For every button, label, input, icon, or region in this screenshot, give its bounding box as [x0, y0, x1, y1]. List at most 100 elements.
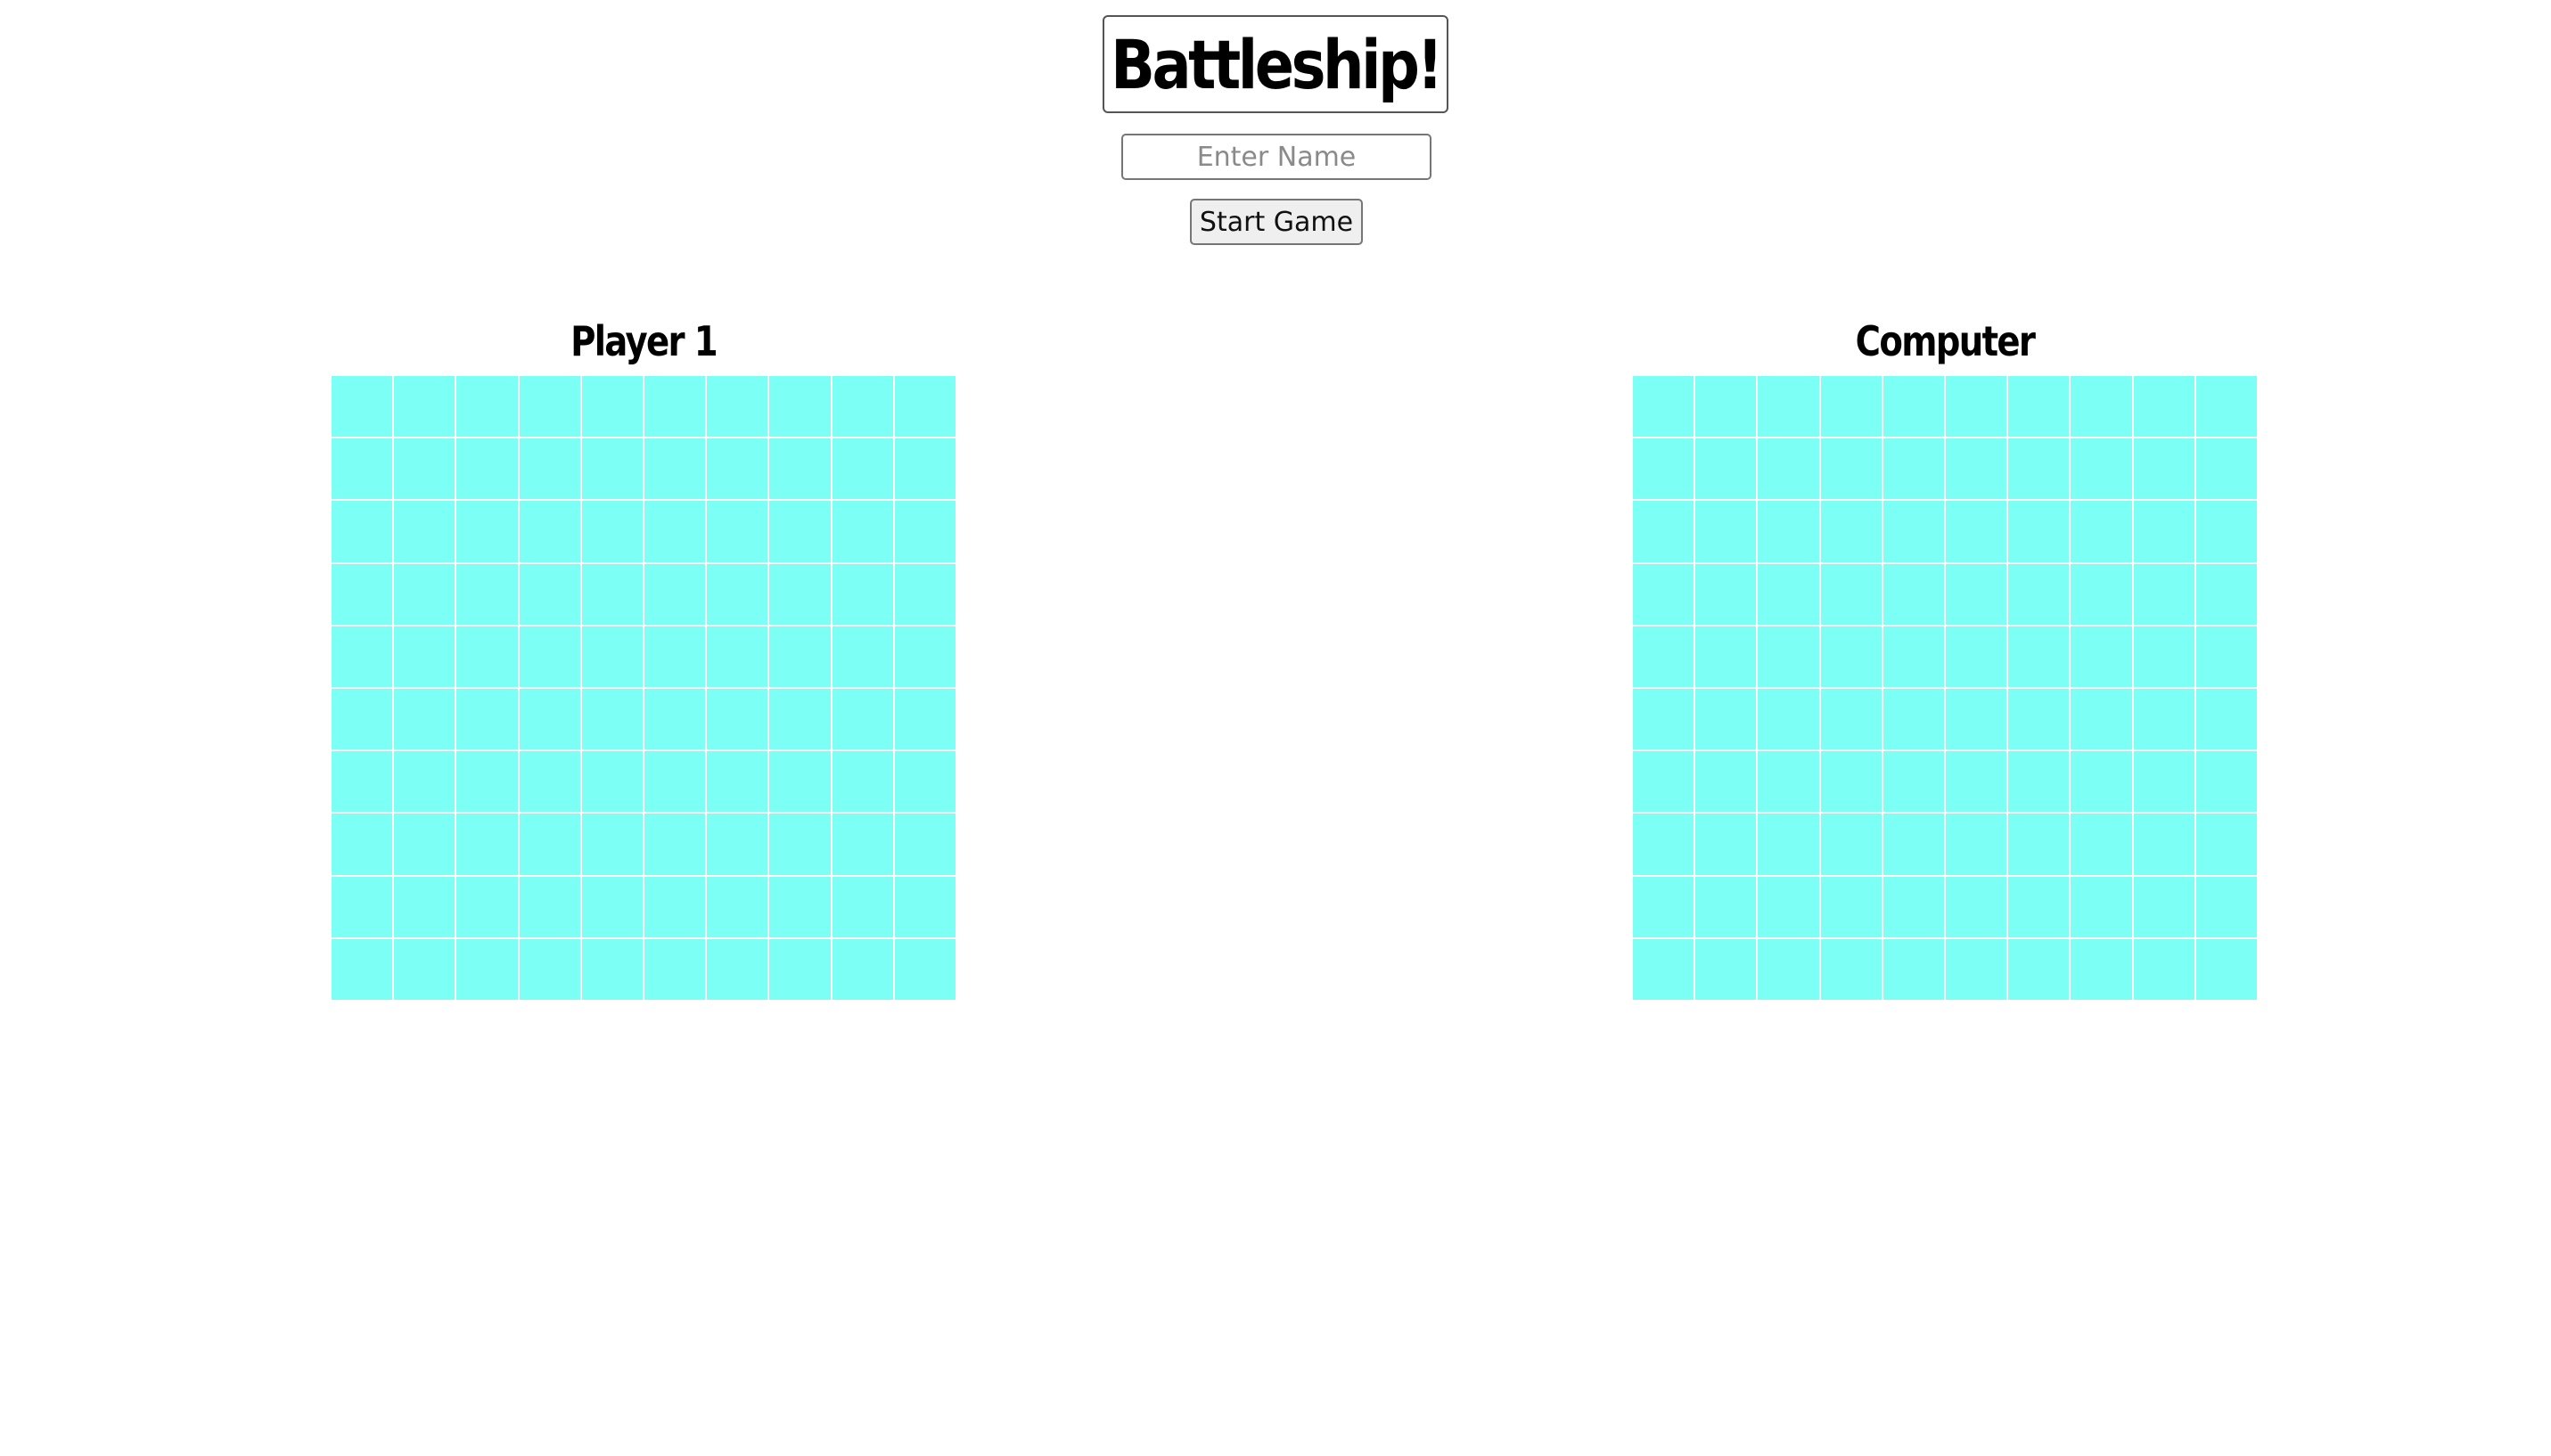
- player-board-cell[interactable]: [394, 563, 455, 625]
- computer-board-cell[interactable]: [1695, 563, 1757, 625]
- player-board-cell[interactable]: [707, 751, 768, 813]
- player-board-cell[interactable]: [394, 501, 455, 562]
- player-board-cell[interactable]: [519, 688, 580, 750]
- computer-board-cell[interactable]: [1758, 751, 1819, 813]
- player-board-cell[interactable]: [394, 438, 455, 500]
- computer-board-cell[interactable]: [1820, 501, 1882, 562]
- player-board-cell[interactable]: [707, 876, 768, 937]
- player-board-cell[interactable]: [769, 626, 831, 687]
- player-board-cell[interactable]: [832, 501, 893, 562]
- computer-board-cell[interactable]: [2133, 876, 2194, 937]
- player-board-cell[interactable]: [456, 876, 518, 937]
- computer-board-cell[interactable]: [1820, 376, 1882, 438]
- player-board-cell[interactable]: [644, 814, 706, 875]
- computer-board-cell[interactable]: [2195, 938, 2257, 1000]
- computer-board-cell[interactable]: [2008, 438, 2070, 500]
- player-board-cell[interactable]: [894, 751, 956, 813]
- computer-board-cell[interactable]: [1695, 688, 1757, 750]
- computer-board-cell[interactable]: [1945, 938, 2007, 1000]
- computer-board-cell[interactable]: [2195, 563, 2257, 625]
- computer-board-cell[interactable]: [1695, 751, 1757, 813]
- computer-board-cell[interactable]: [2071, 501, 2132, 562]
- computer-board-cell[interactable]: [1945, 501, 2007, 562]
- computer-board-cell[interactable]: [1633, 876, 1694, 937]
- player-board-cell[interactable]: [456, 626, 518, 687]
- player-board-cell[interactable]: [644, 376, 706, 438]
- player-board-cell[interactable]: [456, 938, 518, 1000]
- computer-board-cell[interactable]: [2071, 751, 2132, 813]
- player-board-cell[interactable]: [332, 814, 393, 875]
- computer-board-cell[interactable]: [1882, 501, 1944, 562]
- player-board-cell[interactable]: [644, 938, 706, 1000]
- player-board-cell[interactable]: [832, 814, 893, 875]
- player-board-cell[interactable]: [707, 688, 768, 750]
- player-board-cell[interactable]: [394, 876, 455, 937]
- computer-board-cell[interactable]: [1820, 751, 1882, 813]
- computer-board-cell[interactable]: [2008, 688, 2070, 750]
- computer-board-cell[interactable]: [2071, 938, 2132, 1000]
- player-board-cell[interactable]: [519, 501, 580, 562]
- player-board-cell[interactable]: [707, 814, 768, 875]
- computer-board-cell[interactable]: [1695, 501, 1757, 562]
- computer-board-cell[interactable]: [2008, 563, 2070, 625]
- computer-board-cell[interactable]: [2071, 376, 2132, 438]
- player-board-cell[interactable]: [519, 626, 580, 687]
- computer-board-cell[interactable]: [1882, 876, 1944, 937]
- player-board-cell[interactable]: [894, 501, 956, 562]
- computer-board-cell[interactable]: [1945, 376, 2007, 438]
- computer-board-cell[interactable]: [2071, 688, 2132, 750]
- computer-board-cell[interactable]: [1945, 751, 2007, 813]
- player-board-cell[interactable]: [519, 814, 580, 875]
- player-board-cell[interactable]: [332, 563, 393, 625]
- computer-board-cell[interactable]: [2071, 438, 2132, 500]
- player-board-cell[interactable]: [581, 876, 643, 937]
- player-board-cell[interactable]: [832, 938, 893, 1000]
- player-board-cell[interactable]: [332, 688, 393, 750]
- player-board-cell[interactable]: [332, 376, 393, 438]
- computer-board-cell[interactable]: [2133, 563, 2194, 625]
- computer-board-cell[interactable]: [2195, 501, 2257, 562]
- computer-board-cell[interactable]: [1820, 626, 1882, 687]
- player-board-cell[interactable]: [394, 376, 455, 438]
- computer-board-cell[interactable]: [2195, 438, 2257, 500]
- computer-board-cell[interactable]: [1633, 751, 1694, 813]
- player-board-cell[interactable]: [707, 438, 768, 500]
- computer-board-cell[interactable]: [1945, 688, 2007, 750]
- computer-board-cell[interactable]: [2133, 938, 2194, 1000]
- player-board-cell[interactable]: [581, 688, 643, 750]
- computer-board-cell[interactable]: [2133, 501, 2194, 562]
- player-board-cell[interactable]: [894, 938, 956, 1000]
- start-game-button[interactable]: Start Game: [1190, 199, 1363, 245]
- computer-board-cell[interactable]: [1633, 563, 1694, 625]
- player-board-cell[interactable]: [581, 751, 643, 813]
- computer-board-cell[interactable]: [2133, 376, 2194, 438]
- computer-board-cell[interactable]: [1633, 938, 1694, 1000]
- computer-board-cell[interactable]: [1695, 938, 1757, 1000]
- computer-board-cell[interactable]: [2133, 626, 2194, 687]
- player-board-cell[interactable]: [456, 438, 518, 500]
- player-board-cell[interactable]: [707, 501, 768, 562]
- player-board-cell[interactable]: [769, 376, 831, 438]
- player-board-cell[interactable]: [519, 438, 580, 500]
- computer-board-cell[interactable]: [1695, 626, 1757, 687]
- computer-board-cell[interactable]: [1758, 501, 1819, 562]
- player-board-cell[interactable]: [332, 876, 393, 937]
- computer-board-cell[interactable]: [2008, 814, 2070, 875]
- computer-board-cell[interactable]: [2195, 751, 2257, 813]
- computer-board-cell[interactable]: [2008, 876, 2070, 937]
- computer-board-cell[interactable]: [1695, 376, 1757, 438]
- player-board-cell[interactable]: [832, 563, 893, 625]
- player-board-cell[interactable]: [644, 438, 706, 500]
- player-board-cell[interactable]: [644, 688, 706, 750]
- computer-board-cell[interactable]: [1633, 501, 1694, 562]
- computer-board-cell[interactable]: [2133, 438, 2194, 500]
- computer-board-cell[interactable]: [2008, 376, 2070, 438]
- player-board-cell[interactable]: [832, 751, 893, 813]
- computer-board-cell[interactable]: [2133, 751, 2194, 813]
- player-board-cell[interactable]: [456, 751, 518, 813]
- player-board-cell[interactable]: [581, 376, 643, 438]
- player-board-cell[interactable]: [832, 626, 893, 687]
- player-board-cell[interactable]: [644, 626, 706, 687]
- computer-board-cell[interactable]: [2071, 814, 2132, 875]
- computer-board-cell[interactable]: [1945, 876, 2007, 937]
